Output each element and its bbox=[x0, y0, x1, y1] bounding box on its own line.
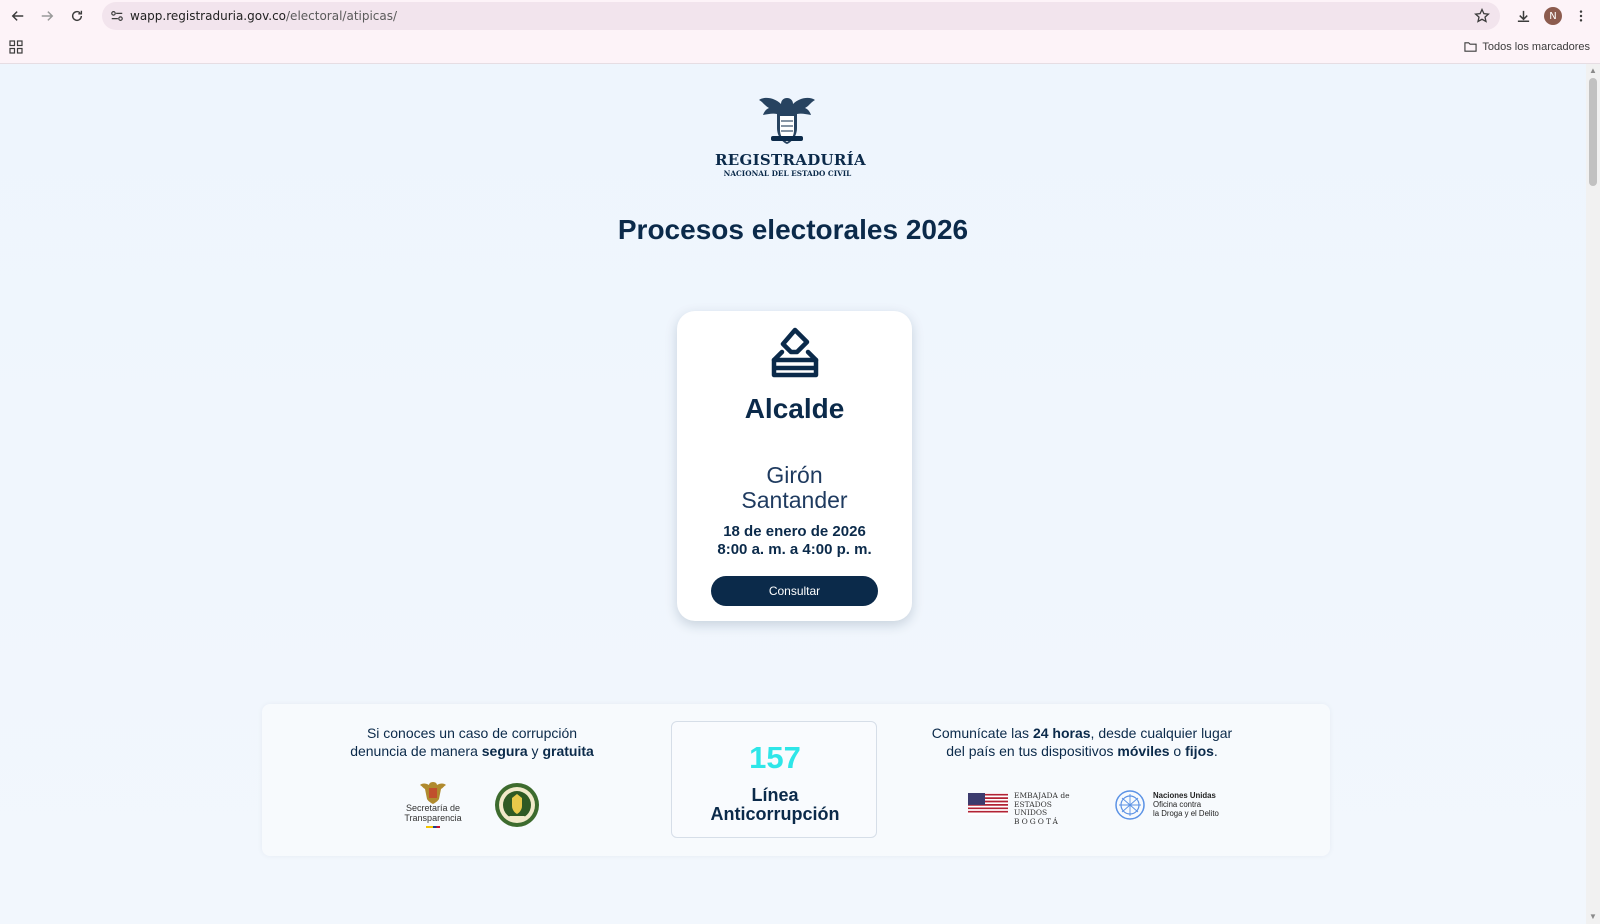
transparencia-text: Secretaría de Transparencia bbox=[404, 803, 462, 823]
ballot-box-icon bbox=[771, 327, 819, 378]
department: Santander bbox=[741, 487, 848, 513]
office-title: Alcalde bbox=[744, 393, 845, 424]
download-icon bbox=[1517, 10, 1529, 22]
report-text-line2: denuncia de manera segura y gratuita bbox=[350, 743, 594, 759]
contact-text-line1: Comunícate las 24 horas, desde cualquier… bbox=[931, 725, 1233, 741]
logo-subtitle: NACIONAL DEL ESTADO CIVIL bbox=[723, 169, 852, 178]
profile-button[interactable]: N bbox=[1542, 5, 1564, 27]
contact-info-text: Comunícate las 24 horas, desde cualquier… bbox=[922, 724, 1242, 760]
forward-button[interactable] bbox=[36, 5, 58, 27]
embassy-text: EMBAJADA de ESTADOS UNIDOS BOGOTÁ bbox=[1014, 791, 1070, 826]
coat-of-arms-icon bbox=[759, 97, 815, 144]
hotline-number: 157 bbox=[749, 740, 801, 775]
transparencia-logo: Secretaría de Transparencia bbox=[402, 780, 464, 830]
us-flag-icon bbox=[968, 793, 1008, 815]
flag-stripe bbox=[426, 826, 440, 828]
site-settings-icon[interactable] bbox=[110, 9, 124, 23]
un-emblem-icon bbox=[1115, 790, 1145, 820]
policia-seal-icon bbox=[495, 783, 539, 827]
avatar: N bbox=[1544, 7, 1562, 25]
bookmarks-bar: Todos los marcadores bbox=[0, 32, 1600, 62]
contact-text-line2: del país en tus dispositivos móviles o f… bbox=[946, 743, 1218, 759]
hotline-box: 157 Línea Anticorrupción bbox=[671, 721, 877, 838]
election-card: Alcalde Girón Santander 18 de enero de 2… bbox=[677, 311, 912, 621]
unodc-text: Naciones Unidas Oficina contra la Droga … bbox=[1153, 791, 1219, 818]
us-embassy-logo: EMBAJADA de ESTADOS UNIDOS BOGOTÁ bbox=[968, 791, 1082, 825]
municipality: Girón bbox=[766, 462, 823, 488]
page-content: REGISTRADURÍA NACIONAL DEL ESTADO CIVIL … bbox=[0, 64, 1586, 924]
browser-chrome: wapp.registraduria.gov.co/electoral/atip… bbox=[0, 0, 1600, 64]
report-text-line1: Si conoces un caso de corrupción bbox=[366, 725, 578, 741]
apps-grid-icon[interactable] bbox=[9, 40, 23, 54]
registraduria-logo[interactable]: REGISTRADURÍA NACIONAL DEL ESTADO CIVIL bbox=[715, 94, 866, 179]
all-bookmarks-button[interactable]: Todos los marcadores bbox=[1464, 40, 1590, 53]
downloads-button[interactable] bbox=[1512, 5, 1534, 27]
address-bar[interactable]: wapp.registraduria.gov.co/electoral/atip… bbox=[102, 2, 1500, 30]
scroll-up-arrow[interactable]: ▲ bbox=[1589, 67, 1597, 75]
bookmark-star-icon[interactable] bbox=[1474, 8, 1490, 24]
url-text: wapp.registraduria.gov.co/electoral/atip… bbox=[130, 9, 398, 23]
page-scrollbar[interactable]: ▲ ▼ bbox=[1586, 64, 1600, 924]
scroll-down-arrow[interactable]: ▼ bbox=[1589, 913, 1597, 921]
reload-button[interactable] bbox=[66, 5, 88, 27]
hotline-label: Línea Anticorrupción bbox=[710, 785, 840, 824]
arrow-right-icon bbox=[41, 11, 54, 21]
folder-icon bbox=[1464, 42, 1478, 52]
browser-toolbar: wapp.registraduria.gov.co/electoral/atip… bbox=[0, 0, 1600, 32]
reload-icon bbox=[71, 10, 83, 22]
all-bookmarks-label: Todos los marcadores bbox=[1482, 40, 1590, 53]
election-hours: 8:00 a. m. a 4:00 p. m. bbox=[717, 541, 872, 558]
election-schedule: 18 de enero de 2026 8:00 a. m. a 4:00 p.… bbox=[677, 523, 912, 559]
anticorruption-banner: Si conoces un caso de corrupción denunci… bbox=[262, 704, 1330, 856]
logo-name: REGISTRADURÍA bbox=[715, 151, 866, 169]
consult-button[interactable]: Consultar bbox=[711, 576, 878, 606]
election-location: Girón Santander bbox=[677, 463, 912, 513]
colombia-shield-icon bbox=[420, 782, 446, 804]
scroll-thumb[interactable] bbox=[1589, 78, 1597, 186]
back-button[interactable] bbox=[7, 5, 29, 27]
page-title: Procesos electorales 2026 bbox=[617, 214, 969, 245]
report-corruption-text: Si conoces un caso de corrupción denunci… bbox=[322, 724, 622, 760]
arrow-left-icon bbox=[11, 11, 24, 21]
browser-menu-button[interactable] bbox=[1570, 5, 1592, 27]
election-date: 18 de enero de 2026 bbox=[723, 523, 866, 540]
more-vertical-icon bbox=[1579, 10, 1583, 22]
unodc-logo: Naciones Unidas Oficina contra la Droga … bbox=[1113, 790, 1223, 820]
